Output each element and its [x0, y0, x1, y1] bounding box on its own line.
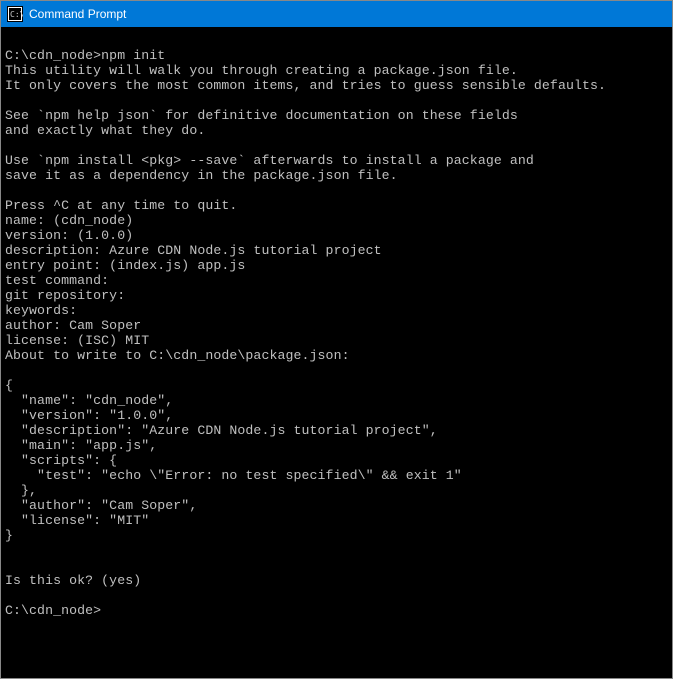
cmd-icon: C:\ — [7, 6, 23, 22]
window-title: Command Prompt — [29, 7, 126, 21]
titlebar[interactable]: C:\ Command Prompt — [1, 1, 672, 27]
command-prompt-window: C:\ Command Prompt C:\cdn_node>npm init … — [0, 0, 673, 679]
terminal-output[interactable]: C:\cdn_node>npm init This utility will w… — [1, 27, 672, 678]
svg-text:C:\: C:\ — [10, 10, 23, 19]
